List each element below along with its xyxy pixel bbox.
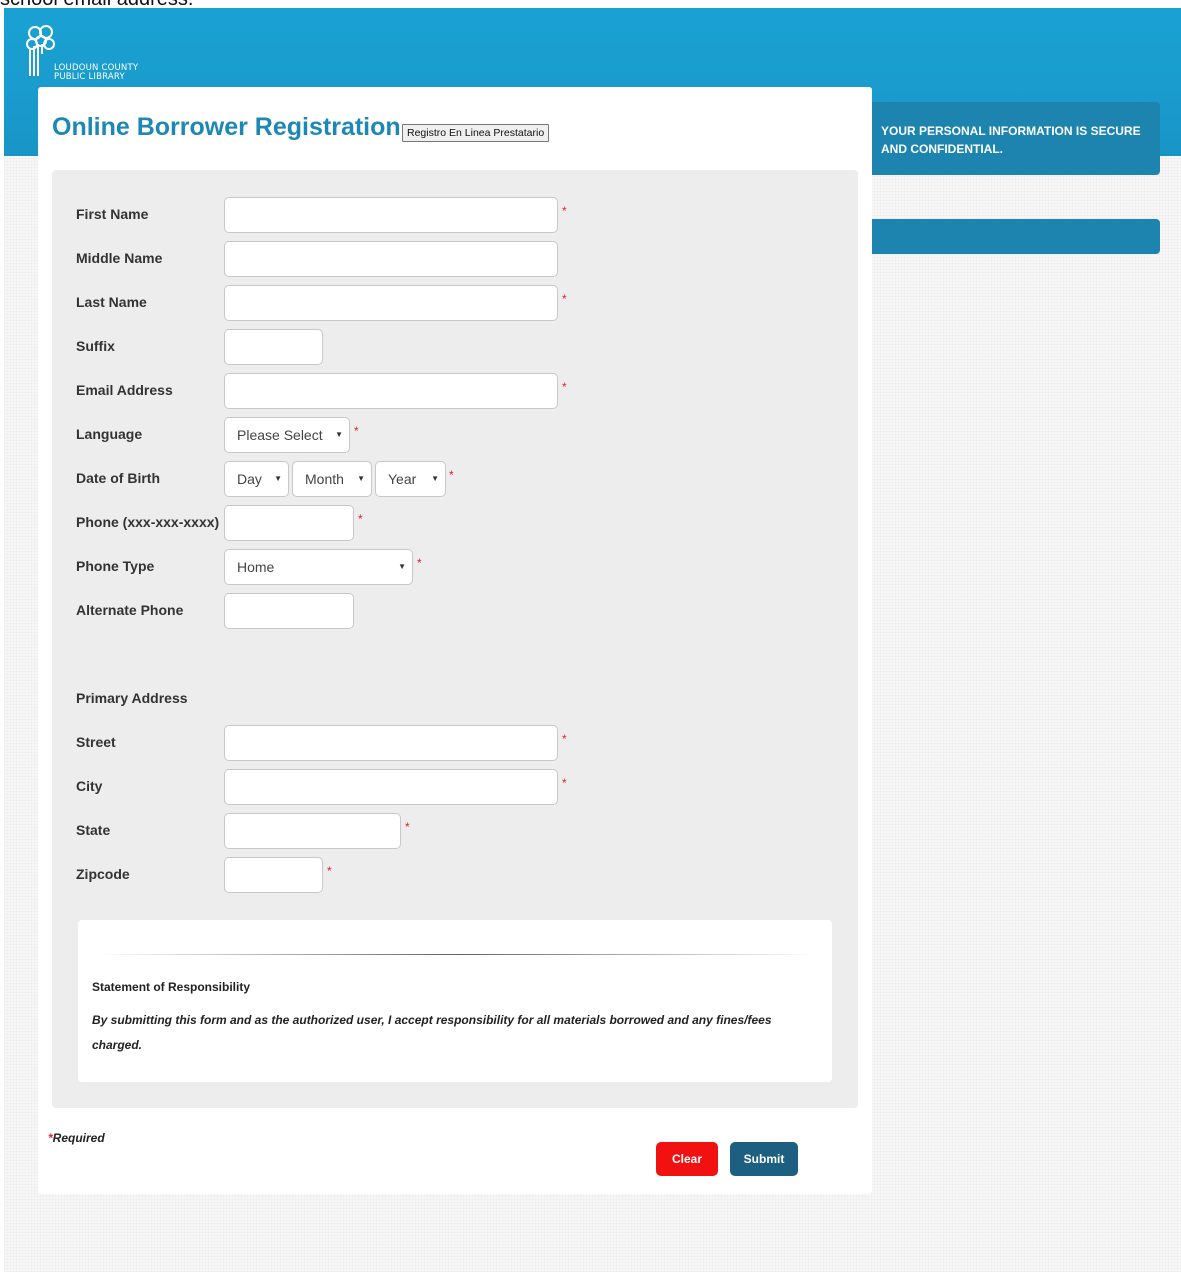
email-input[interactable] [224,373,558,409]
divider [98,954,818,955]
city-input[interactable] [224,769,558,805]
sidebar-bar [872,219,1160,254]
language-selected: Please Select [237,427,323,443]
clear-button[interactable]: Clear [656,1142,718,1176]
suffix-input[interactable] [224,329,323,365]
registration-form: First Name * Middle Name Last Name * Suf… [52,170,858,1108]
secure-info-panel: YOUR PERSONAL INFORMATION IS SECURE AND … [872,102,1160,175]
statement-box: Statement of Responsibility By submittin… [78,920,832,1082]
dropdown-caret-icon: ▼ [335,430,343,439]
dropdown-caret-icon: ▼ [431,474,439,483]
dropdown-caret-icon: ▼ [357,474,365,483]
middle-name-input[interactable] [224,241,558,277]
state-input[interactable] [224,813,401,849]
logo-text: LOUDOUN COUNTY PUBLIC LIBRARY [54,64,138,82]
required-note: *Required [48,1131,105,1145]
first-name-label: First Name [76,206,149,222]
phone-type-selected: Home [237,559,275,575]
required-marker: * [562,292,567,306]
secure-info-text: YOUR PERSONAL INFORMATION IS SECURE AND … [881,124,1141,156]
required-marker: * [417,556,422,570]
alt-phone-input[interactable] [224,593,354,629]
street-label: Street [76,734,116,750]
dob-year-select[interactable]: Year ▼ [375,461,446,497]
dropdown-caret-icon: ▼ [398,562,406,571]
spanish-version-button[interactable]: Registro En Linea Prestatario [402,124,550,142]
last-name-input[interactable] [224,285,558,321]
dob-year-selected: Year [388,471,417,487]
language-select[interactable]: Please Select ▼ [224,417,350,453]
submit-button[interactable]: Submit [730,1142,798,1176]
phone-input[interactable] [224,505,354,541]
required-marker: * [562,204,567,218]
middle-name-label: Middle Name [76,250,163,266]
dropdown-caret-icon: ▼ [274,474,282,483]
statement-body: By submitting this form and as the autho… [92,1013,772,1052]
registration-card: Online Borrower Registration Registro En… [38,87,872,1194]
suffix-label: Suffix [76,338,115,354]
required-marker: * [327,864,332,878]
dob-day-select[interactable]: Day ▼ [224,461,289,497]
zipcode-label: Zipcode [76,866,130,882]
required-marker: * [405,820,410,834]
state-label: State [76,822,111,838]
dob-day-selected: Day [237,471,262,487]
city-label: City [76,778,103,794]
phone-type-label: Phone Type [76,558,155,574]
library-logo[interactable]: LOUDOUN COUNTY PUBLIC LIBRARY [24,24,164,90]
required-marker: * [562,732,567,746]
phone-label: Phone (xxx-xxx-xxxx) [76,514,220,530]
language-label: Language [76,426,143,442]
dob-month-selected: Month [305,471,344,487]
required-marker: * [449,468,454,482]
page-title: Online Borrower Registration [52,113,401,141]
dob-month-select[interactable]: Month ▼ [292,461,372,497]
required-marker: * [562,776,567,790]
required-note-text: Required [52,1131,105,1145]
phone-type-select[interactable]: Home ▼ [224,549,413,585]
dob-label: Date of Birth [76,470,160,486]
alt-phone-label: Alternate Phone [76,602,184,618]
street-input[interactable] [224,725,558,761]
zipcode-input[interactable] [224,857,323,893]
logo-line-2: PUBLIC LIBRARY [54,72,125,82]
required-marker: * [358,512,363,526]
required-marker: * [354,424,359,438]
required-marker: * [562,380,567,394]
statement-title: Statement of Responsibility [92,980,251,994]
email-label: Email Address [76,382,173,398]
first-name-input[interactable] [224,197,558,233]
tree-icon [26,25,55,76]
last-name-label: Last Name [76,294,147,310]
primary-address-heading: Primary Address [76,690,188,706]
